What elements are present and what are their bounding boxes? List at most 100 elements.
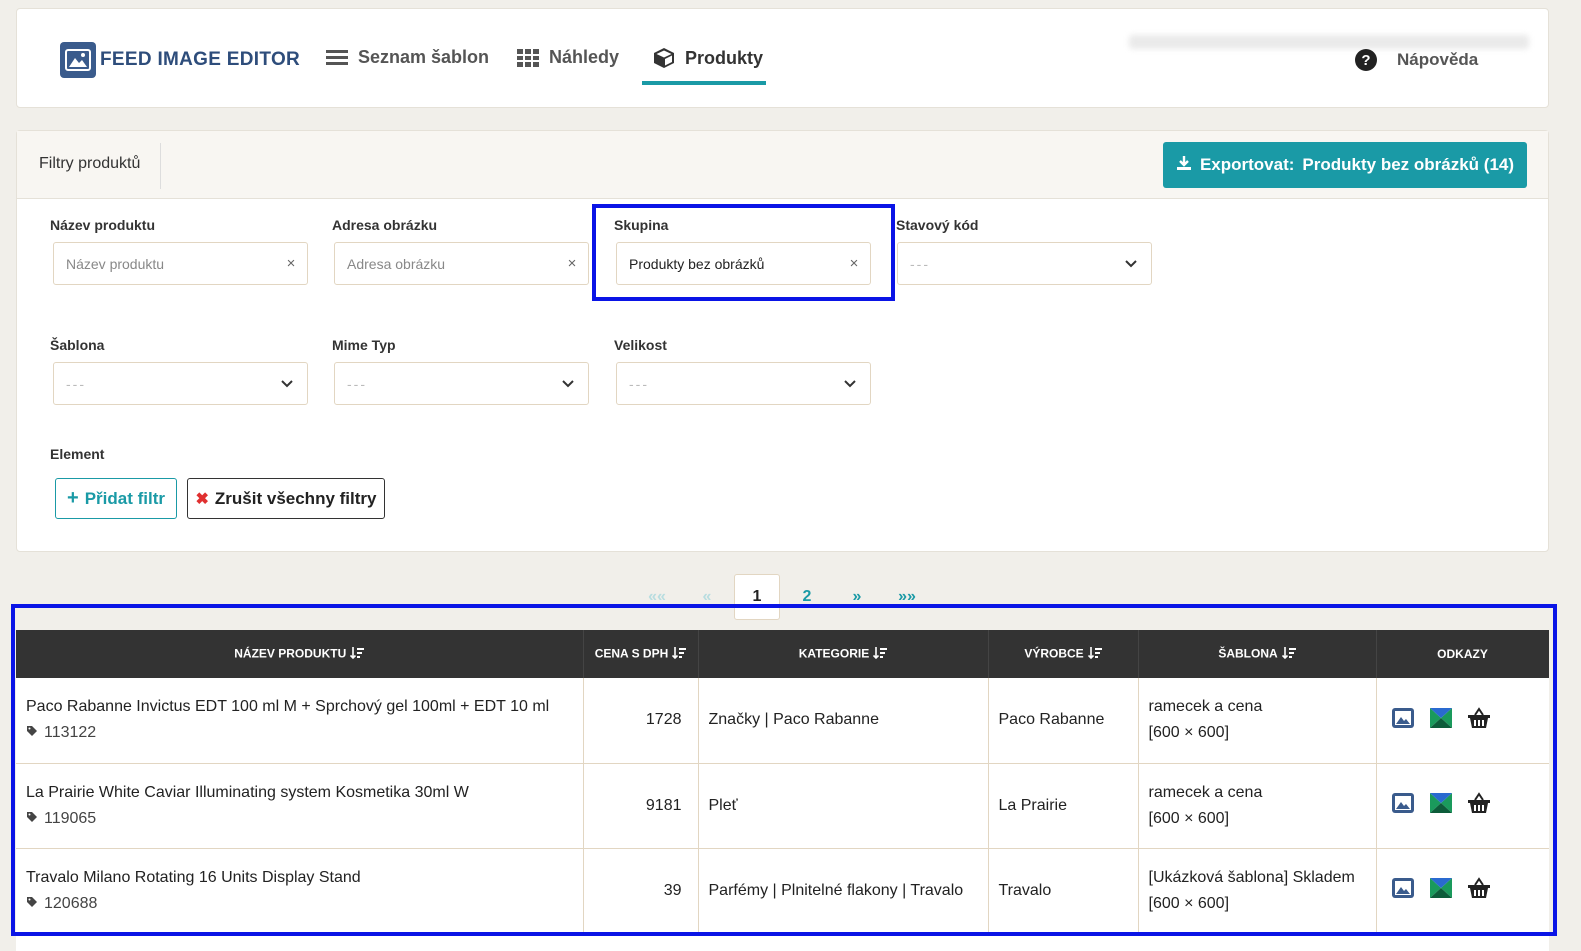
cell-links bbox=[1376, 678, 1549, 764]
chevron-down-icon bbox=[267, 379, 307, 388]
pagination-page-1[interactable]: 1 bbox=[734, 574, 780, 620]
table-row: Paco Rabanne Invictus EDT 100 ml M + Spr… bbox=[16, 678, 1549, 764]
export-button[interactable]: Exportovat: Produkty bez obrázků (14) bbox=[1163, 142, 1527, 188]
sort-icon bbox=[1281, 646, 1296, 663]
column-label: Kategorie bbox=[798, 646, 870, 661]
cell-category: Pleť bbox=[698, 763, 989, 849]
pagination-first[interactable]: «« bbox=[646, 574, 668, 620]
skupina-select[interactable]: Produkty bez obrázků × bbox=[616, 242, 871, 285]
product-id-value: 120688 bbox=[44, 894, 98, 912]
product-id: 113122 bbox=[26, 720, 573, 746]
cell-product-name: Paco Rabanne Invictus EDT 100 ml M + Spr… bbox=[16, 678, 584, 764]
clear-icon[interactable]: × bbox=[838, 255, 870, 272]
template-name[interactable]: ramecek a cena bbox=[1149, 780, 1366, 806]
nav-label: Náhledy bbox=[549, 47, 620, 67]
selected-value: --- bbox=[66, 375, 86, 392]
selected-value: --- bbox=[910, 255, 930, 272]
adresa-obrazku-input[interactable]: Adresa obrázku × bbox=[334, 242, 589, 285]
sablona-select[interactable]: --- bbox=[53, 362, 308, 405]
shop-basket-icon[interactable] bbox=[1467, 706, 1491, 734]
export-label: Produkty bez obrázků (14) bbox=[1302, 155, 1515, 174]
nav-produkty[interactable]: Produkty bbox=[653, 47, 763, 69]
feed-logo-icon[interactable] bbox=[1429, 707, 1453, 734]
column-header-cena[interactable]: Cena s DPH bbox=[583, 630, 699, 678]
mime-typ-select[interactable]: --- bbox=[334, 362, 589, 405]
label-nazev-produktu: Název produktu bbox=[50, 217, 156, 233]
export-prefix: Exportovat: bbox=[1199, 155, 1295, 174]
column-label: Výrobce bbox=[1024, 646, 1084, 661]
column-header-kategorie[interactable]: Kategorie bbox=[698, 630, 989, 678]
sort-icon bbox=[1087, 646, 1102, 663]
filter-panel-title: Filtry produktů bbox=[39, 155, 141, 172]
image-preview-icon[interactable] bbox=[1391, 792, 1415, 819]
product-name[interactable]: Travalo Milano Rotating 16 Units Display… bbox=[26, 865, 573, 891]
shop-basket-icon[interactable] bbox=[1467, 792, 1491, 819]
cell-price: 9181 bbox=[583, 763, 699, 849]
cell-maker: Travalo bbox=[988, 848, 1139, 934]
cell-category: Značky | Paco Rabanne bbox=[698, 678, 989, 764]
table-row: La Prairie White Caviar Illuminating sys… bbox=[16, 763, 1549, 849]
chevron-down-icon bbox=[548, 379, 588, 388]
nav-seznam-sablon[interactable]: Seznam šablon bbox=[326, 47, 489, 68]
label-stavovy-kod: Stavový kód bbox=[896, 217, 979, 233]
pagination-page-2[interactable]: 2 bbox=[796, 574, 818, 620]
cell-price: 39 bbox=[583, 848, 699, 934]
divider bbox=[160, 143, 161, 189]
pagination-last[interactable]: »» bbox=[896, 574, 918, 620]
cell-links bbox=[1376, 848, 1549, 934]
product-name[interactable]: Paco Rabanne Invictus EDT 100 ml M + Spr… bbox=[26, 694, 573, 720]
column-header-vyrobce[interactable]: Výrobce bbox=[988, 630, 1139, 678]
velikost-select[interactable]: --- bbox=[616, 362, 871, 405]
clear-all-filters-button[interactable]: ✖ Zrušit všechny filtry bbox=[187, 478, 385, 519]
cell-category: Parfémy | Plnitelné flakony | Travalo bbox=[698, 848, 989, 934]
clear-icon[interactable]: × bbox=[275, 255, 307, 272]
grid-icon bbox=[517, 48, 539, 67]
nav-nahledy[interactable]: Náhledy bbox=[517, 47, 619, 68]
pagination: «« « 1 2 » »» bbox=[0, 574, 1581, 620]
column-header-nazev[interactable]: Název produktu bbox=[16, 630, 584, 678]
label-adresa-obrazku: Adresa obrázku bbox=[332, 217, 438, 233]
product-name[interactable]: La Prairie White Caviar Illuminating sys… bbox=[26, 780, 573, 806]
feed-logo-icon[interactable] bbox=[1429, 877, 1453, 904]
filter-panel-header: Filtry produktů Exportovat: Produkty bez… bbox=[17, 131, 1548, 199]
chevron-down-icon bbox=[830, 379, 870, 388]
cell-template: [Ukázková šablona] Skladem [600 × 600] bbox=[1138, 848, 1377, 934]
selected-value: Produkty bez obrázků bbox=[629, 255, 765, 272]
column-label: Odkazy bbox=[1437, 647, 1488, 661]
app-logo[interactable]: FEED IMAGE EDITOR bbox=[60, 42, 300, 78]
table-row: Travalo Milano Rotating 16 Units Display… bbox=[16, 848, 1549, 934]
template-name[interactable]: ramecek a cena bbox=[1149, 694, 1366, 720]
cell-maker: Paco Rabanne bbox=[988, 678, 1139, 764]
stavovy-kod-select[interactable]: --- bbox=[897, 242, 1152, 285]
top-navigation-bar: FEED IMAGE EDITOR Seznam šablon Náhledy … bbox=[16, 8, 1549, 108]
nazev-produktu-input[interactable]: Název produktu × bbox=[53, 242, 308, 285]
label-mime-typ: Mime Typ bbox=[332, 337, 396, 353]
column-header-sablona[interactable]: Šablona bbox=[1138, 630, 1377, 678]
blurred-account-info bbox=[1129, 35, 1529, 49]
nav-label: Seznam šablon bbox=[358, 47, 490, 67]
close-icon: ✖ bbox=[195, 490, 209, 508]
products-table: Název produktu Cena s DPH Kategorie Výro… bbox=[16, 630, 1549, 934]
template-name[interactable]: [Ukázková šablona] Skladem bbox=[1149, 865, 1366, 891]
plus-icon: + bbox=[67, 487, 79, 509]
products-table-container: Název produktu Cena s DPH Kategorie Výro… bbox=[16, 630, 1549, 951]
pagination-prev[interactable]: « bbox=[700, 574, 714, 620]
help-link[interactable]: ? Nápověda bbox=[1355, 49, 1478, 71]
pagination-next[interactable]: » bbox=[850, 574, 864, 620]
sort-icon bbox=[672, 646, 687, 663]
shop-basket-icon[interactable] bbox=[1467, 877, 1491, 904]
template-size: [600 × 600] bbox=[1148, 724, 1230, 742]
input-placeholder: Název produktu bbox=[66, 255, 165, 272]
image-preview-icon[interactable] bbox=[1391, 707, 1415, 734]
tag-icon bbox=[26, 806, 38, 832]
clear-icon[interactable]: × bbox=[556, 255, 588, 272]
label-element: Element bbox=[50, 446, 105, 462]
cell-maker: La Prairie bbox=[988, 763, 1139, 849]
add-filter-button[interactable]: + Přidat filtr bbox=[55, 478, 177, 519]
product-id-value: 113122 bbox=[44, 724, 97, 742]
image-preview-icon[interactable] bbox=[1391, 877, 1415, 904]
column-label: Název produktu bbox=[234, 646, 347, 661]
label-skupina: Skupina bbox=[614, 217, 669, 233]
feed-logo-icon[interactable] bbox=[1429, 792, 1453, 819]
tag-icon bbox=[26, 720, 38, 746]
